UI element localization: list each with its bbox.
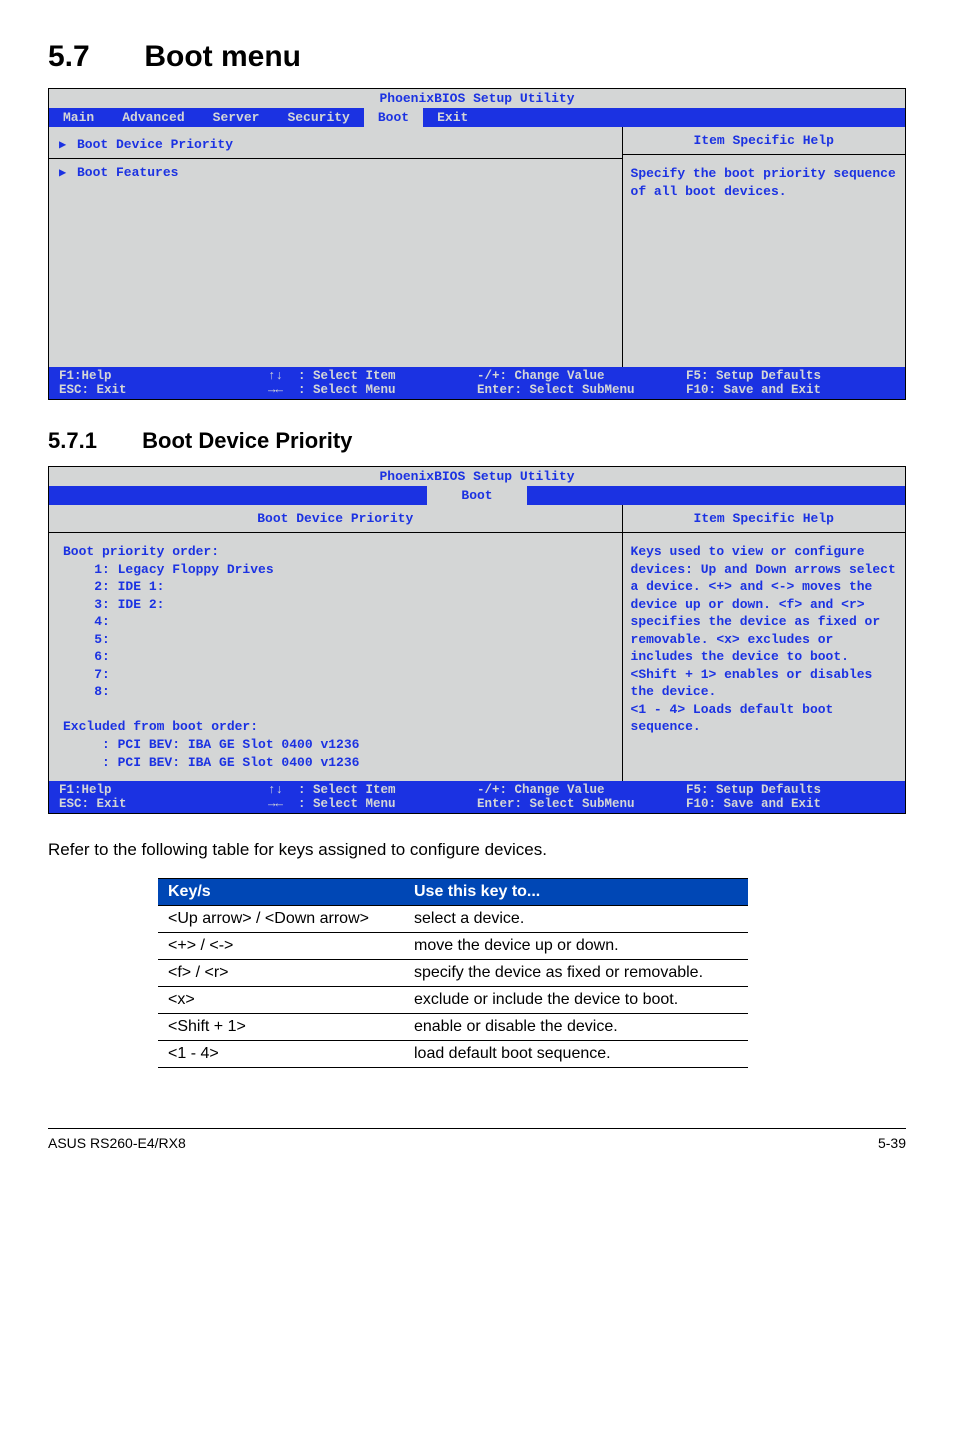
footer-col-4: F5: Setup Defaults F10: Save and Exit [686,783,895,811]
cell-key: <Shift + 1> [158,1014,404,1041]
table-row: <1 - 4>load default boot sequence. [158,1041,748,1068]
bios-footer-hints: F1:Help ESC: Exit ↑↓ : Select Item →← : … [49,781,905,813]
table-row: <Up arrow> / <Down arrow>select a device… [158,906,748,933]
footer-right: 5-39 [878,1135,906,1151]
bios-title-bar: PhoenixBIOS Setup Utility [49,89,905,108]
bios-menubar: Boot [49,486,905,505]
help-body: Keys used to view or configure devices: … [623,533,905,781]
bios-screenshot-boot-menu: PhoenixBIOS Setup Utility Main Advanced … [48,88,906,400]
cell-use: enable or disable the device. [404,1014,748,1041]
cell-key: <x> [158,987,404,1014]
section-title-text: Boot menu [144,40,301,73]
table-row: <+> / <->move the device up or down. [158,933,748,960]
table-row: <x>exclude or include the device to boot… [158,987,748,1014]
cell-use: select a device. [404,906,748,933]
tab-security: Security [273,108,363,127]
cell-key: <Up arrow> / <Down arrow> [158,906,404,933]
cell-key: <+> / <-> [158,933,404,960]
cell-key: <1 - 4> [158,1041,404,1068]
th-keys: Key/s [158,879,404,906]
cell-key: <f> / <r> [158,960,404,987]
footer-col-1: F1:Help ESC: Exit [59,783,268,811]
subsection-number: 5.7.1 [48,428,136,454]
bios-main-pane: ▶ Boot Device Priority ▶ Boot Features [49,127,623,367]
table-row: <f> / <r>specify the device as fixed or … [158,960,748,987]
item-boot-device-priority: Boot Device Priority [77,137,233,152]
subsection-title-text: Boot Device Priority [142,428,352,453]
submenu-arrow-icon: ▶ [59,165,77,180]
pane-subhead: Boot Device Priority [49,505,622,533]
intro-text: Refer to the following table for keys as… [48,840,906,860]
th-use: Use this key to... [404,879,748,906]
bios-screenshot-boot-device-priority: PhoenixBIOS Setup Utility Boot Boot Devi… [48,466,906,814]
cell-use: specify the device as fixed or removable… [404,960,748,987]
bios-main-pane: Boot Device Priority Boot priority order… [49,505,623,781]
section-number: 5.7 [48,40,136,74]
bios-menubar: Main Advanced Server Security Boot Exit [49,108,905,127]
footer-col-2: ↑↓ : Select Item →← : Select Menu [268,369,477,397]
footer-col-1: F1:Help ESC: Exit [59,369,268,397]
tab-boot: Boot [364,108,423,127]
bios-help-pane: Item Specific Help Keys used to view or … [623,505,905,781]
footer-left: ASUS RS260-E4/RX8 [48,1135,186,1151]
subsection-heading: 5.7.1 Boot Device Priority [48,428,906,454]
help-header: Item Specific Help [623,505,905,533]
footer-col-2: ↑↓ : Select Item →← : Select Menu [268,783,477,811]
bios-help-pane: Item Specific Help Specify the boot prio… [623,127,905,367]
help-body: Specify the boot priority sequence of al… [623,155,905,367]
item-boot-features: Boot Features [77,165,178,180]
submenu-arrow-icon: ▶ [59,137,77,152]
cell-use: exclude or include the device to boot. [404,987,748,1014]
table-row: <Shift + 1>enable or disable the device. [158,1014,748,1041]
footer-col-3: -/+: Change Value Enter: Select SubMenu [477,369,686,397]
bios-footer-hints: F1:Help ESC: Exit ↑↓ : Select Item →← : … [49,367,905,399]
bios-title-bar: PhoenixBIOS Setup Utility [49,467,905,486]
tab-exit: Exit [423,108,482,127]
help-header: Item Specific Help [623,127,905,155]
tab-boot: Boot [427,486,526,505]
footer-col-3: -/+: Change Value Enter: Select SubMenu [477,783,686,811]
tab-main: Main [49,108,108,127]
footer-col-4: F5: Setup Defaults F10: Save and Exit [686,369,895,397]
section-heading: 5.7 Boot menu [48,40,906,74]
tab-server: Server [199,108,274,127]
boot-priority-content: Boot priority order: 1: Legacy Floppy Dr… [49,533,622,781]
cell-use: load default boot sequence. [404,1041,748,1068]
tab-advanced: Advanced [108,108,198,127]
cell-use: move the device up or down. [404,933,748,960]
key-table: Key/s Use this key to... <Up arrow> / <D… [158,878,748,1068]
page-footer: ASUS RS260-E4/RX8 5-39 [48,1128,906,1151]
